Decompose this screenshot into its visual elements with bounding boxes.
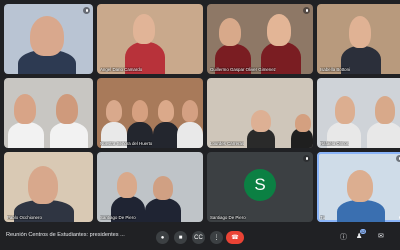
video-grid: Angel Dario Camardo Guillermo Gaspar Oli… <box>0 0 400 224</box>
participant-tile[interactable]: Pablo Occhionero <box>4 152 93 222</box>
people-count-badge: 12 <box>359 229 367 234</box>
camera-button[interactable]: ■ <box>174 231 187 244</box>
mute-icon <box>396 155 400 162</box>
meeting-controls-bar: Reunión Centros de Estudiantes: presiden… <box>0 224 400 250</box>
participant-tile[interactable]: Rafaela Olmos <box>317 78 400 148</box>
meeting-title: Reunión Centros de Estudiantes: presiden… <box>6 232 125 238</box>
participant-tile[interactable] <box>4 78 93 148</box>
participant-tile[interactable]: Angel Dario Camardo <box>97 4 203 74</box>
participant-name: Lourdes Carreras <box>210 141 245 146</box>
mute-icon <box>303 7 310 14</box>
mic-icon: ● <box>160 234 165 241</box>
participant-name: Guillermo Gaspar Oliver Gimenez <box>210 67 276 72</box>
participant-name: Pablo Occhionero <box>7 215 42 220</box>
participant-tile[interactable]: Santiago De Piero <box>97 152 203 222</box>
info-icon[interactable]: ⓘ <box>340 232 347 242</box>
end-call-button[interactable]: ☎ <box>226 231 244 244</box>
camera-icon: ■ <box>178 234 183 241</box>
mute-icon <box>303 155 310 162</box>
participant-name: Santiago De Piero <box>100 215 136 220</box>
more-options-button[interactable]: ⋮ <box>210 231 223 244</box>
participant-name: Nuestra Señora del Huerto <box>100 141 153 146</box>
participant-name: Angel Dario Camardo <box>100 67 143 72</box>
chat-icon[interactable]: ✉ <box>378 232 384 240</box>
participant-tile[interactable]: Lourdes Carreras <box>207 78 313 148</box>
people-button[interactable]: ♟ 12 <box>356 229 367 240</box>
self-view-tile[interactable]: Tú <box>317 152 400 222</box>
participant-name: Santiago De Piero <box>210 215 246 220</box>
participant-tile[interactable]: S Santiago De Piero <box>207 152 313 222</box>
participant-tile[interactable]: Guillermo Gaspar Oliver Gimenez <box>207 4 313 74</box>
participant-tile[interactable] <box>4 4 93 74</box>
participant-name: Tú <box>320 215 326 220</box>
participant-tile[interactable]: Isabella Bottoni <box>317 4 400 74</box>
end-call-icon: ☎ <box>231 235 239 241</box>
participant-name: Rafaela Olmos <box>320 141 350 146</box>
avatar: S <box>244 169 276 201</box>
people-icon: ♟ <box>356 233 363 240</box>
captions-button[interactable]: CC <box>192 231 205 244</box>
more-options-icon: ⋮ <box>213 235 220 241</box>
captions-icon: CC <box>194 234 203 241</box>
mute-icon <box>83 7 90 14</box>
participant-tile[interactable]: Nuestra Señora del Huerto <box>97 78 203 148</box>
participant-name: Isabella Bottoni <box>320 67 351 72</box>
mic-button[interactable]: ● <box>156 231 169 244</box>
